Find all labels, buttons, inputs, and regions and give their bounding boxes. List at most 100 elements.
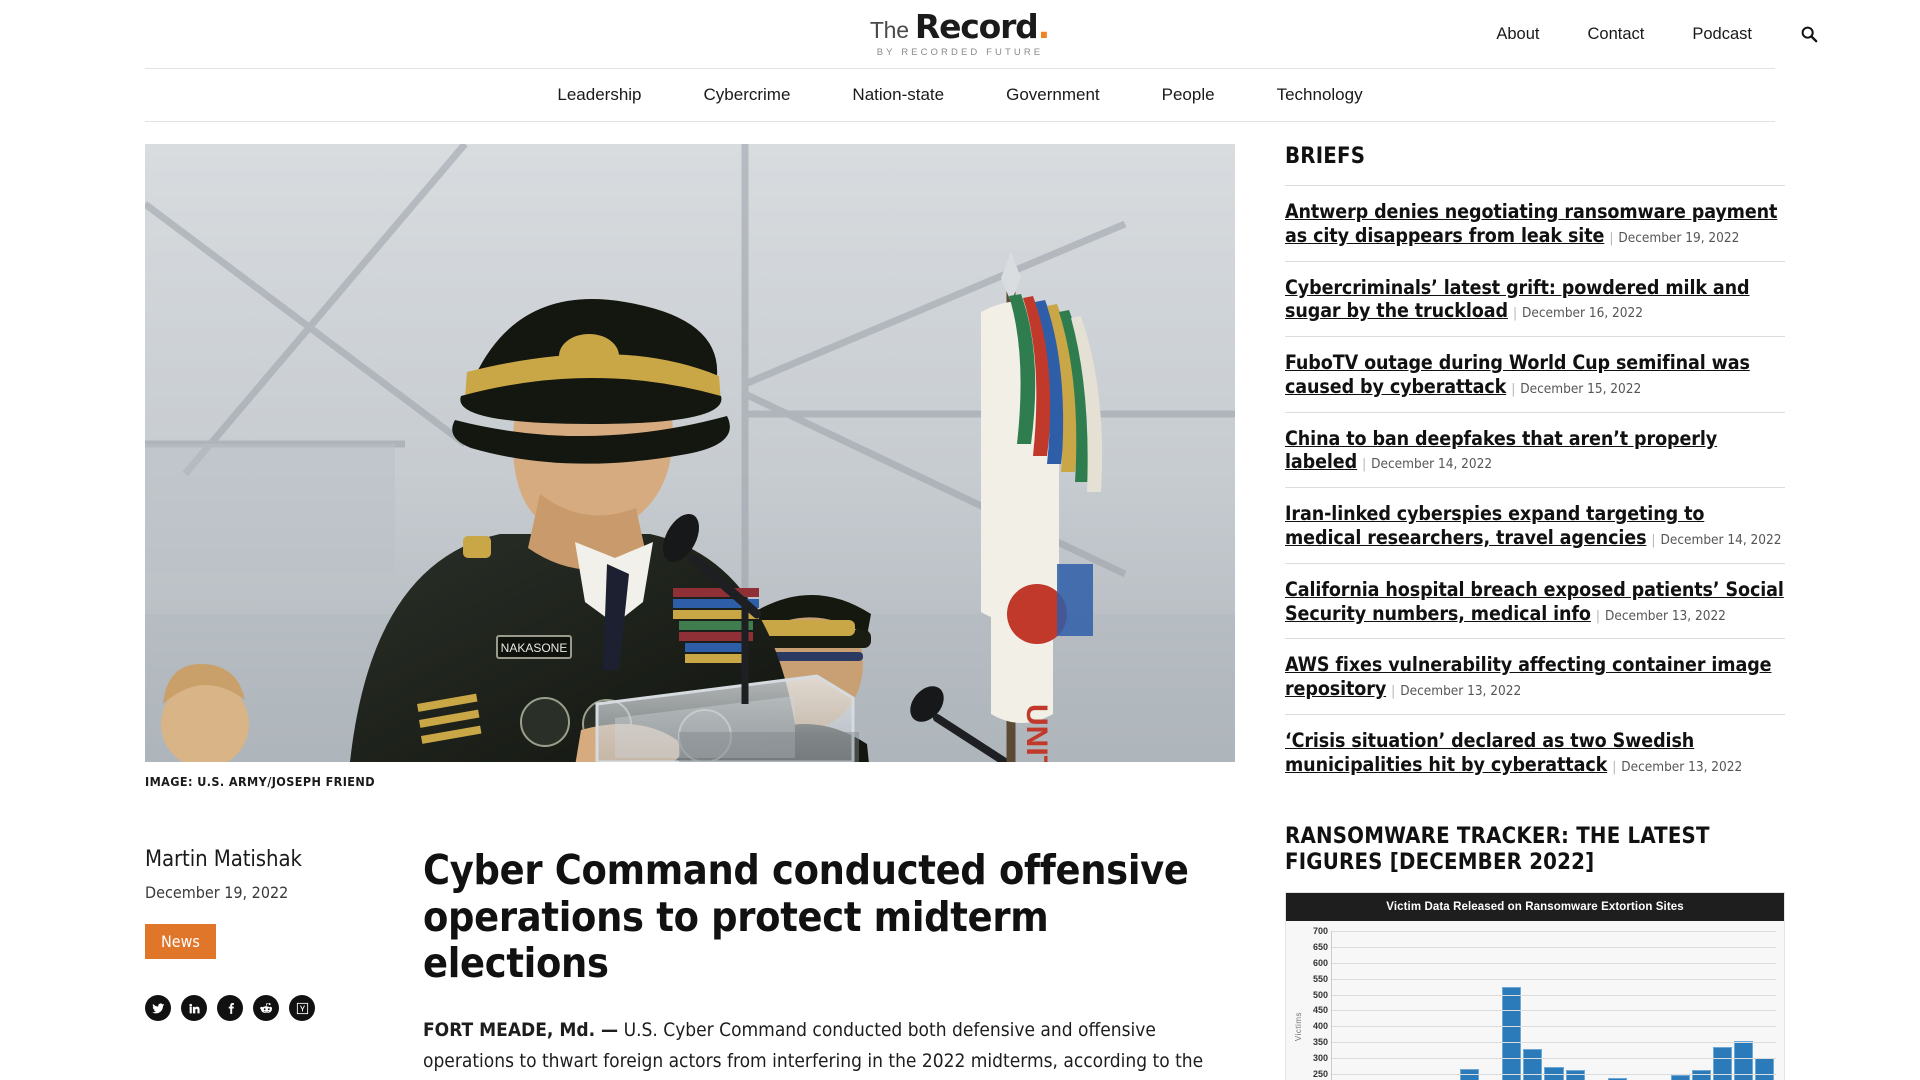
brief-date: | December 14, 2022 <box>1651 532 1782 549</box>
brief-date: | December 15, 2022 <box>1511 380 1642 397</box>
chart-y-axis-label: Victims <box>1294 1011 1303 1041</box>
brief-date: | December 13, 2022 <box>1391 683 1522 700</box>
article-category-tag[interactable]: News <box>145 924 216 959</box>
logo-record-text: Record <box>914 7 1039 47</box>
site-logo[interactable]: The Record . BY RECORDED FUTURE <box>870 10 1050 58</box>
image-credit-caption: IMAGE: U.S. ARMY/JOSEPH FRIEND <box>145 774 375 789</box>
hackernews-share-icon[interactable] <box>289 995 315 1021</box>
brief-title[interactable]: Iran-linked cyberspies expand targeting … <box>1285 502 1704 549</box>
chart-y-tick: 550 <box>1312 973 1328 984</box>
brief-item: Cybercriminals’ latest grift: powdered m… <box>1285 262 1785 338</box>
hero-photo-illustration: NAKASONE UNITE <box>145 144 1235 762</box>
chart-title: Victim Data Released on Ransomware Extor… <box>1286 893 1784 922</box>
header-divider-bottom <box>145 121 1775 122</box>
chart-y-tick: 250 <box>1312 1068 1328 1079</box>
brief-date-text: December 14, 2022 <box>1371 456 1493 473</box>
chart-y-tick: 350 <box>1312 1037 1328 1048</box>
brief-title[interactable]: AWS fixes vulnerability affecting contai… <box>1285 653 1772 700</box>
chart-gridline <box>1332 978 1776 980</box>
brief-date-text: December 15, 2022 <box>1520 380 1642 397</box>
brief-item: California hospital breach exposed patie… <box>1285 564 1785 640</box>
brief-date-text: December 13, 2022 <box>1400 683 1522 700</box>
logo-wordmark: The Record . <box>870 10 1050 43</box>
brief-item: AWS fixes vulnerability affecting contai… <box>1285 639 1785 715</box>
sidebar: BRIEFS Antwerp denies negotiating ransom… <box>1285 144 1785 1080</box>
brief-date: | December 19, 2022 <box>1609 229 1740 246</box>
chart-gridline <box>1332 1073 1776 1075</box>
chart-gridline <box>1332 1010 1776 1012</box>
brief-date-text: December 13, 2022 <box>1604 607 1726 624</box>
ransomware-tracker-heading: RANSOMWARE TRACKER: THE LATEST FIGURES [… <box>1285 823 1710 875</box>
search-icon[interactable] <box>1798 23 1820 45</box>
reddit-share-icon[interactable] <box>253 995 279 1021</box>
logo-the-text: The <box>869 17 909 44</box>
chart-y-axis: 700650600550500450400350300250200150 <box>1305 926 1331 1080</box>
brief-item: Iran-linked cyberspies expand targeting … <box>1285 488 1785 564</box>
site-header: The Record . BY RECORDED FUTURE About Co… <box>0 0 1920 68</box>
briefs-heading: BRIEFS <box>1285 144 1366 169</box>
chart-bar <box>1523 1049 1543 1080</box>
article-meta-column: Martin Matishak December 19, 2022 News <box>145 847 373 1080</box>
chart-y-tick: 400 <box>1312 1021 1328 1032</box>
catnav-item-government[interactable]: Government <box>975 85 1131 105</box>
brief-date-text: December 16, 2022 <box>1522 305 1643 322</box>
chart-y-tick: 700 <box>1312 926 1328 937</box>
article-author[interactable]: Martin Matishak <box>145 847 373 872</box>
svg-text:UNITE: UNITE <box>1020 704 1053 762</box>
brief-date-text: December 13, 2022 <box>1621 758 1743 775</box>
main-content: NAKASONE UNITE IMAGE: U.S. ARMY/JOSEPH F… <box>0 144 1920 1080</box>
social-share-row <box>145 995 373 1021</box>
brief-date: | December 16, 2022 <box>1512 305 1643 322</box>
article-headline: Cyber Command conducted offensive operat… <box>423 846 1189 988</box>
topnav-item-contact[interactable]: Contact <box>1564 25 1669 44</box>
chart-bar <box>1670 1075 1690 1080</box>
briefs-list: Antwerp denies negotiating ransomware pa… <box>1285 186 1785 790</box>
brief-date-text: December 19, 2022 <box>1618 229 1740 246</box>
twitter-share-icon[interactable] <box>145 995 171 1021</box>
page-root: The Record . BY RECORDED FUTURE About Co… <box>0 0 1920 1080</box>
chart-y-tick: 500 <box>1312 989 1328 1000</box>
chart-plot-area <box>1331 931 1776 1080</box>
chart-gridline <box>1332 931 1776 933</box>
article-column: NAKASONE UNITE IMAGE: U.S. ARMY/JOSEPH F… <box>145 144 1235 1080</box>
chart-gridline <box>1332 962 1776 964</box>
chart-y-tick: 650 <box>1312 942 1328 953</box>
article-paragraph-1: FORT MEADE, Md. — U.S. Cyber Command con… <box>423 1015 1235 1080</box>
chart-y-tick: 300 <box>1312 1052 1328 1063</box>
brief-title[interactable]: China to ban deepfakes that aren’t prope… <box>1285 427 1717 474</box>
chart-bar <box>1712 1046 1732 1080</box>
logo-tagline: BY RECORDED FUTURE <box>876 47 1044 59</box>
logo-period: . <box>1037 7 1051 47</box>
brief-date-text: December 14, 2022 <box>1660 532 1782 549</box>
brief-item: China to ban deepfakes that aren’t prope… <box>1285 413 1785 489</box>
article-publish-date: December 19, 2022 <box>145 883 289 902</box>
catnav-item-people[interactable]: People <box>1131 85 1246 105</box>
hero-image: NAKASONE UNITE <box>145 144 1235 762</box>
chart-body: Victims 70065060055050045040035030025020… <box>1286 921 1784 1080</box>
chart-bar <box>1691 1069 1711 1080</box>
brief-item: ‘Crisis situation’ declared as two Swedi… <box>1285 715 1785 790</box>
brief-date: | December 13, 2022 <box>1612 758 1743 775</box>
brief-item: FuboTV outage during World Cup semifinal… <box>1285 337 1785 413</box>
brief-date: | December 14, 2022 <box>1362 456 1493 473</box>
topnav-item-podcast[interactable]: Podcast <box>1668 25 1776 44</box>
catnav-item-technology[interactable]: Technology <box>1246 85 1394 105</box>
ransomware-chart-card: Victim Data Released on Ransomware Extor… <box>1285 892 1785 1080</box>
article-body-column: Cyber Command conducted offensive operat… <box>373 847 1235 1080</box>
brief-item: Antwerp denies negotiating ransomware pa… <box>1285 186 1785 262</box>
facebook-share-icon[interactable] <box>217 995 243 1021</box>
brief-date: | December 13, 2022 <box>1595 607 1726 624</box>
category-navigation: Leadership Cybercrime Nation-state Gover… <box>0 69 1920 121</box>
linkedin-share-icon[interactable] <box>181 995 207 1021</box>
chart-gridline <box>1332 994 1776 996</box>
catnav-item-leadership[interactable]: Leadership <box>526 85 672 105</box>
chart-gridline <box>1332 1057 1776 1059</box>
chart-gridline <box>1332 1042 1776 1044</box>
catnav-item-cybercrime[interactable]: Cybercrime <box>673 85 822 105</box>
article-dateline: FORT MEADE, Md. — <box>423 1019 619 1042</box>
chart-bar <box>1502 987 1522 1080</box>
topnav-item-about[interactable]: About <box>1472 25 1563 44</box>
top-navigation: About Contact Podcast <box>1472 0 1820 68</box>
chart-y-tick: 600 <box>1312 957 1328 968</box>
catnav-item-nation-state[interactable]: Nation-state <box>821 85 975 105</box>
